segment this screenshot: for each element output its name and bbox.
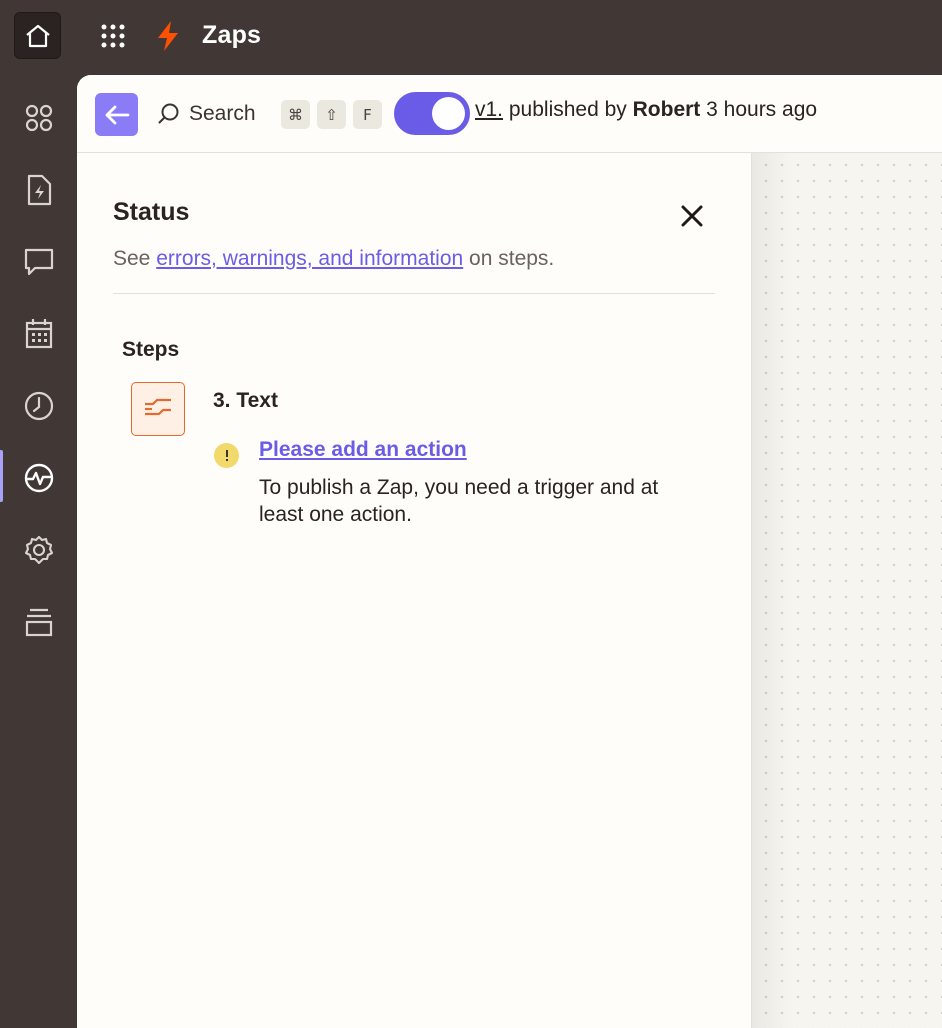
shortcut-key-cmd: ⌘ — [281, 100, 310, 129]
divider — [113, 293, 715, 294]
settings-icon — [24, 535, 53, 565]
sidebar-item-zaps[interactable] — [0, 160, 77, 220]
versions-icon — [25, 608, 52, 637]
panel-title: Status — [113, 198, 190, 226]
shortcut-key-f: F — [353, 100, 382, 129]
panel-subtitle: See errors, warnings, and information on… — [113, 247, 554, 271]
version-info: v1. published by Robert 3 hours ago — [475, 98, 817, 122]
steps-heading: Steps — [122, 338, 180, 361]
warning-description: To publish a Zap, you need a trigger and… — [259, 476, 659, 526]
formatter-icon — [145, 398, 171, 416]
search-icon — [158, 103, 179, 124]
status-panel: Status See errors, warnings, and informa… — [77, 153, 752, 1028]
published-time: 3 hours ago — [706, 98, 818, 121]
exclamation-icon — [225, 449, 228, 461]
author-name: Robert — [632, 98, 701, 121]
history-icon — [24, 391, 53, 421]
home-button[interactable] — [14, 12, 61, 59]
step-name[interactable]: 3. Text — [213, 389, 278, 413]
zap-file-icon — [27, 174, 51, 206]
chat-icon — [24, 248, 53, 276]
publish-toggle[interactable] — [394, 92, 470, 135]
close-button[interactable] — [677, 201, 707, 231]
version-link[interactable]: v1. — [475, 98, 503, 121]
warning-icon — [214, 443, 239, 468]
sidebar-item-versions[interactable] — [0, 592, 77, 652]
toggle-knob — [432, 97, 465, 130]
close-icon — [681, 205, 703, 227]
sidebar-item-templates[interactable] — [0, 88, 77, 148]
shortcut-key-shift: ⇧ — [317, 100, 346, 129]
errors-info-link[interactable]: errors, warnings, and information — [156, 247, 463, 270]
activity-icon — [24, 463, 53, 493]
zap-bolt-icon — [158, 21, 178, 51]
subtitle-suffix: on steps. — [469, 247, 555, 270]
calendar-icon — [25, 319, 52, 349]
grid-icon — [101, 24, 125, 48]
editor-canvas: Search ⌘ ⇧ F v1. published by Robert 3 h… — [77, 75, 942, 1028]
sidebar-item-settings[interactable] — [0, 520, 77, 580]
sidebar-item-status[interactable] — [0, 448, 77, 508]
subtitle-prefix: See — [113, 247, 151, 270]
arrow-left-icon — [105, 105, 129, 124]
templates-icon — [25, 104, 52, 132]
search-label: Search — [189, 102, 256, 125]
sidebar-item-history[interactable] — [0, 376, 77, 436]
text-step-icon[interactable] — [131, 382, 185, 436]
sidebar — [0, 75, 77, 1028]
app-title: Zaps — [202, 21, 262, 49]
top-bar: Zaps — [0, 0, 942, 75]
published-by-text: published by — [508, 98, 627, 121]
editor-toolbar: Search ⌘ ⇧ F v1. published by Robert 3 h… — [77, 75, 942, 153]
add-action-link[interactable]: Please add an action — [259, 438, 467, 462]
search-button[interactable]: Search — [157, 99, 256, 129]
sidebar-item-chat[interactable] — [0, 232, 77, 292]
sidebar-item-calendar[interactable] — [0, 304, 77, 364]
app-switcher-button[interactable] — [99, 22, 127, 50]
panel-shadow — [752, 153, 792, 1028]
back-button[interactable] — [95, 93, 138, 136]
home-icon — [25, 24, 50, 47]
